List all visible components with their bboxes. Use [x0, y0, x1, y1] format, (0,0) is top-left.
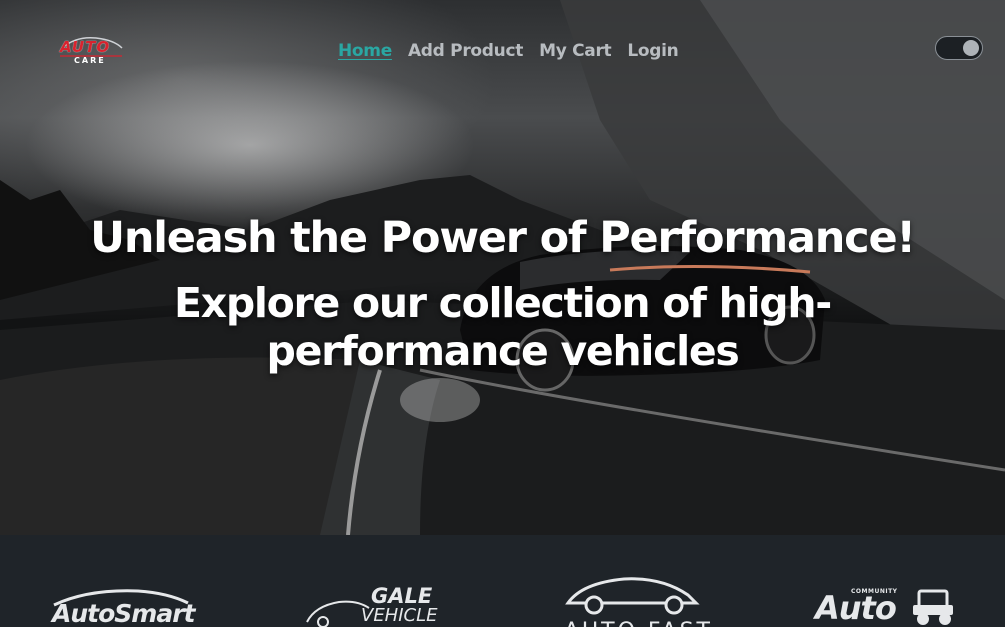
coupe-silhouette-icon — [565, 577, 700, 615]
brand-logo[interactable]: AUTO CARE — [56, 34, 126, 68]
main-nav: Home Add Product My Cart Login — [338, 38, 679, 64]
hero-banner: AUTO CARE Home Add Product My Cart Login… — [0, 0, 1005, 535]
nav-add-product-link[interactable]: Add Product — [408, 41, 523, 61]
brand-autosmart-text: AutoSmart — [52, 599, 195, 627]
hero-headline: Unleash the Power of Performance! — [90, 213, 916, 263]
navbar: AUTO CARE Home Add Product My Cart Login — [0, 0, 1005, 100]
brand-vehicle-text: VEHICLE — [361, 605, 438, 626]
nav-home-link[interactable]: Home — [338, 41, 392, 61]
theme-toggle-switch[interactable] — [935, 36, 983, 60]
nav-my-cart-link[interactable]: My Cart — [539, 41, 612, 61]
toggle-knob — [963, 40, 979, 56]
brand-auto-text: Auto — [815, 589, 897, 627]
logo-top-text: AUTO — [60, 38, 111, 56]
brand-logos-bar: AutoSmart GALE VEHICLE AUTO FAST COMMUNI… — [0, 535, 1005, 627]
offroad-jeep-icon — [913, 589, 953, 625]
hero-subline: Explore our collection of high-performan… — [174, 279, 832, 375]
logo-bottom-text: CARE — [74, 56, 106, 65]
nav-login-link[interactable]: Login — [627, 41, 678, 61]
brand-autofast-text: AUTO FAST — [564, 619, 713, 627]
